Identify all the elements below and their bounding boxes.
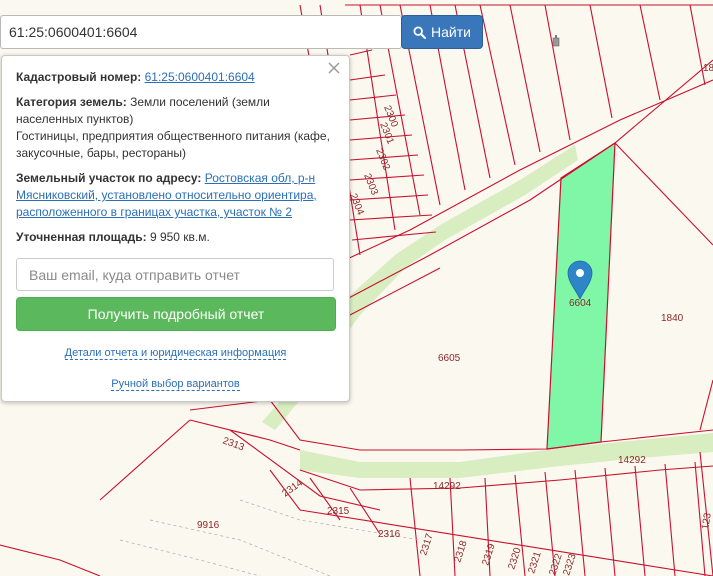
parcel-label-6604: 6604: [569, 298, 592, 309]
report-details-link-wrap: Детали отчета и юридическая информация: [16, 345, 335, 362]
parcel-label: 1840: [661, 313, 684, 324]
get-report-button[interactable]: Получить подробный отчет: [16, 297, 336, 331]
parcel-label: 14292: [433, 481, 461, 492]
parcel-label: 6605: [438, 353, 461, 364]
search-button-label: Найти: [431, 24, 471, 40]
land-category-label: Категория земель:: [16, 95, 127, 109]
cadastral-number-label: Кадастровый номер:: [16, 70, 142, 84]
parcel-label: 9916: [197, 520, 220, 531]
parcel-label: 123: [700, 512, 713, 531]
manual-selection-link[interactable]: Ручной выбор вариантов: [111, 378, 240, 391]
manual-selection-link-wrap: Ручной выбор вариантов: [16, 376, 335, 393]
address-row: Земельный участок по адресу: Ростовская …: [16, 170, 335, 221]
cadastral-number-link[interactable]: 61:25:0600401:6604: [145, 70, 255, 84]
email-field[interactable]: [16, 258, 334, 291]
search-input[interactable]: [0, 15, 402, 49]
close-icon[interactable]: [327, 61, 341, 75]
cadastral-number-row: Кадастровый номер: 61:25:0600401:6604: [16, 69, 335, 86]
search-bar: [0, 15, 402, 49]
area-label: Уточненная площадь:: [16, 230, 147, 244]
permitted-use-value: Гостиницы, предприятия общественного пит…: [16, 129, 330, 160]
parcel-label: 2315: [327, 506, 350, 517]
area-row: Уточненная площадь: 9 950 кв.м.: [16, 229, 335, 246]
parcel-label: 14292: [618, 455, 646, 466]
search-button[interactable]: Найти: [401, 15, 483, 49]
area-value: 9 950 кв.м.: [149, 230, 210, 244]
parcel-info-panel: Кадастровый номер: 61:25:0600401:6604 Ка…: [1, 55, 350, 402]
search-icon: [413, 25, 427, 39]
parcel-label: 18: [703, 63, 713, 74]
get-report-button-label: Получить подробный отчет: [87, 305, 265, 322]
address-label: Земельный участок по адресу:: [16, 171, 202, 185]
report-details-link[interactable]: Детали отчета и юридическая информация: [64, 347, 287, 360]
land-category-row: Категория земель: Земли поселений (земли…: [16, 94, 335, 162]
parcel-label: 2316: [378, 529, 401, 540]
